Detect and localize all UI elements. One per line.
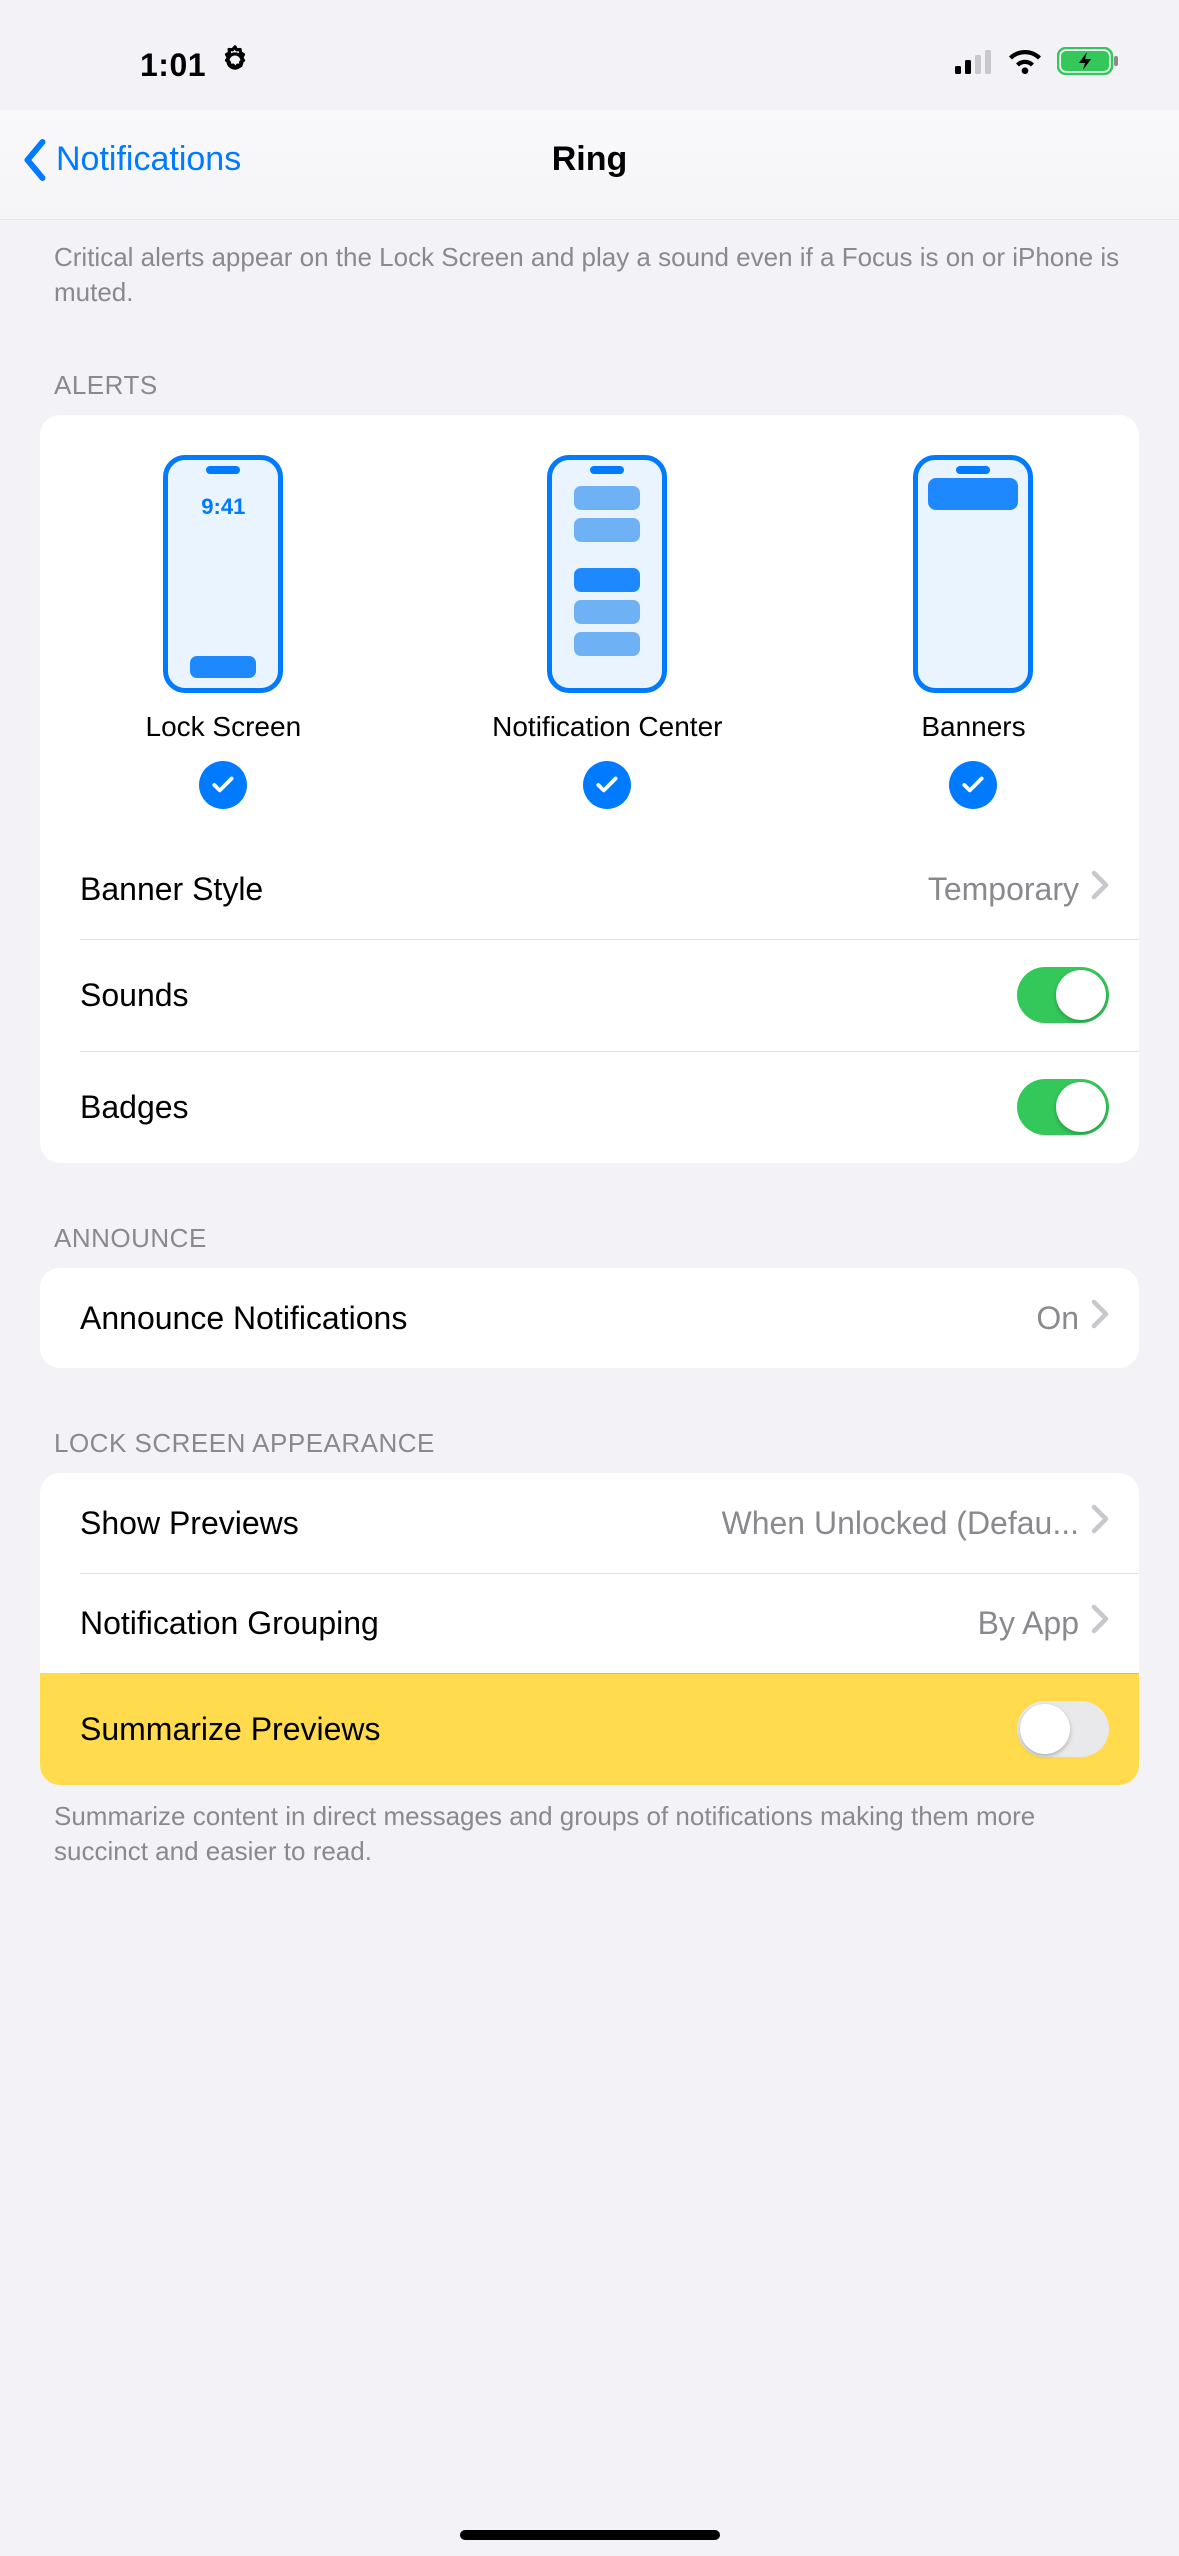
battery-charging-icon [1057, 47, 1119, 83]
home-indicator[interactable] [460, 2530, 720, 2540]
back-button[interactable]: Notifications [20, 139, 241, 181]
back-label: Notifications [56, 140, 241, 179]
alert-option-notification-center[interactable]: Notification Center [492, 455, 722, 809]
badges-row: Badges [40, 1051, 1139, 1163]
show-previews-label: Show Previews [80, 1505, 299, 1542]
summarize-previews-label: Summarize Previews [80, 1711, 381, 1748]
status-time: 1:01 [140, 47, 206, 84]
banners-preview-icon [913, 455, 1033, 693]
lockscreen-card: Show Previews When Unlocked (Defau... No… [40, 1473, 1139, 1785]
sounds-label: Sounds [80, 977, 189, 1014]
announce-value-group: On [1036, 1299, 1109, 1337]
alert-style-picker: 9:41 Lock Screen Notification Center [40, 415, 1139, 839]
badges-toggle[interactable] [1017, 1079, 1109, 1135]
section-header-announce: ANNOUNCE [0, 1163, 1179, 1268]
banner-style-row[interactable]: Banner Style Temporary [40, 839, 1139, 939]
chevron-right-icon [1091, 870, 1109, 908]
notification-center-preview-icon [547, 455, 667, 693]
badges-label: Badges [80, 1089, 189, 1126]
alert-option-lock-screen[interactable]: 9:41 Lock Screen [146, 455, 302, 809]
status-bar: 1:01 [0, 0, 1179, 110]
alerts-card: 9:41 Lock Screen Notification Center [40, 415, 1139, 1163]
banner-style-value-group: Temporary [928, 870, 1109, 908]
show-previews-row[interactable]: Show Previews When Unlocked (Defau... [40, 1473, 1139, 1573]
focus-mode-icon [218, 44, 252, 86]
show-previews-value-group: When Unlocked (Defau... [722, 1504, 1110, 1542]
notification-grouping-value: By App [978, 1605, 1079, 1642]
status-time-group: 1:01 [140, 44, 252, 86]
banner-style-value: Temporary [928, 871, 1079, 908]
alert-option-banners[interactable]: Banners [913, 455, 1033, 809]
show-previews-value: When Unlocked (Defau... [722, 1505, 1080, 1542]
chevron-left-icon [20, 139, 50, 181]
sounds-row: Sounds [40, 939, 1139, 1051]
critical-alerts-footer: Critical alerts appear on the Lock Scree… [0, 220, 1179, 310]
nav-header: Notifications Ring [0, 110, 1179, 220]
chevron-right-icon [1091, 1604, 1109, 1642]
status-right-group [955, 47, 1119, 83]
announce-value: On [1036, 1300, 1079, 1337]
section-header-lockscreen: LOCK SCREEN APPEARANCE [0, 1368, 1179, 1473]
announce-label: Announce Notifications [80, 1300, 407, 1337]
lock-screen-preview-icon: 9:41 [163, 455, 283, 693]
announce-card: Announce Notifications On [40, 1268, 1139, 1368]
banner-style-label: Banner Style [80, 871, 263, 908]
checkmark-icon [199, 761, 247, 809]
alert-option-label: Banners [921, 711, 1025, 743]
section-header-alerts: ALERTS [0, 310, 1179, 415]
notification-grouping-value-group: By App [978, 1604, 1109, 1642]
notification-grouping-row[interactable]: Notification Grouping By App [40, 1573, 1139, 1673]
wifi-icon [1007, 48, 1043, 82]
cellular-signal-icon [955, 48, 993, 82]
alert-option-label: Notification Center [492, 711, 722, 743]
summarize-previews-toggle[interactable] [1017, 1701, 1109, 1757]
checkmark-icon [583, 761, 631, 809]
checkmark-icon [949, 761, 997, 809]
alert-option-label: Lock Screen [146, 711, 302, 743]
summarize-footer: Summarize content in direct messages and… [0, 1785, 1179, 1869]
announce-notifications-row[interactable]: Announce Notifications On [40, 1268, 1139, 1368]
notification-grouping-label: Notification Grouping [80, 1605, 379, 1642]
chevron-right-icon [1091, 1299, 1109, 1337]
summarize-previews-row: Summarize Previews [40, 1673, 1139, 1785]
chevron-right-icon [1091, 1504, 1109, 1542]
sounds-toggle[interactable] [1017, 967, 1109, 1023]
